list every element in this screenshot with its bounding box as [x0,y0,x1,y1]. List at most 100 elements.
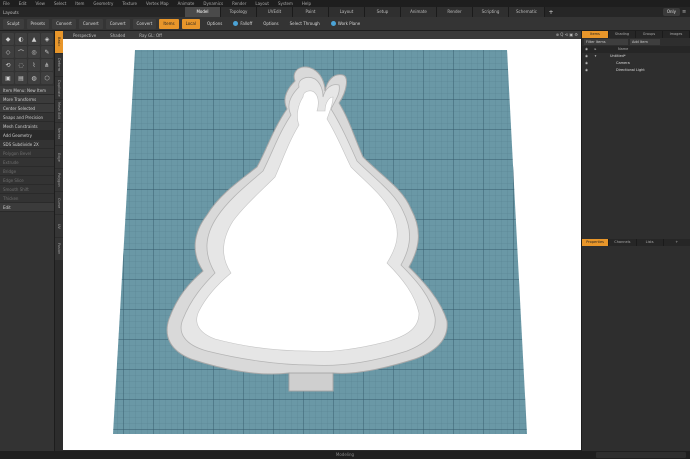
item-tab-groups[interactable]: Groups [636,31,663,38]
tool-extrude[interactable]: Extrude [0,158,54,167]
vtab-edge[interactable]: Edge [55,146,63,168]
expand-arrow-icon[interactable] [591,67,600,74]
sds-subdivide-button[interactable]: SDS Subdivide 2X [0,140,54,149]
tool-icon-15[interactable]: ◍ [28,72,40,84]
convert-button-3[interactable]: Convert [105,18,130,29]
item-tab-shading[interactable]: Shading [609,31,636,38]
vtab-deform[interactable]: Deform [55,54,63,76]
expand-arrow-icon[interactable]: ▾ [591,53,600,60]
mesh-constraints-toggle[interactable]: Mesh Constraints [0,122,54,131]
tool-icon-1[interactable]: ◆ [2,33,14,45]
vtab-uv[interactable]: UV [55,215,63,237]
item-tab-images[interactable]: Images [663,31,690,38]
tool-icon-6[interactable]: ⌒ [15,46,27,58]
properties-tab-channels[interactable]: Channels [609,239,637,246]
menu-item-texture[interactable]: Texture [122,1,137,6]
tab-render[interactable]: Render [437,7,473,17]
tab-setup[interactable]: Setup [365,7,401,17]
edit-dropdown[interactable]: Edit [0,203,54,212]
presets-button[interactable]: Presets [26,18,50,29]
tool-smooth-shift[interactable]: Smooth Shift [0,185,54,194]
filter-items-field[interactable]: Filter Items [584,39,628,45]
menu-item-help[interactable]: Help [302,1,311,6]
tab-topology[interactable]: Topology [221,7,257,17]
menu-item-layout[interactable]: Layout [255,1,269,6]
tool-polygon-bevel[interactable]: Polygon Bevel [0,149,54,158]
tool-icon-3[interactable]: ▲ [28,33,40,45]
item-row[interactable]: ◉ ▾ Untitled* [582,53,690,60]
tool-icon-2[interactable]: ◐ [15,33,27,45]
tab-paint[interactable]: Paint [293,7,329,17]
3d-viewport[interactable] [63,39,581,450]
ray-gl-toggle[interactable]: Ray GL: Off [139,33,162,38]
sculpt-button[interactable]: Sculpt [3,18,24,29]
tool-bridge[interactable]: Bridge [0,167,54,176]
menu-item-vertex-map[interactable]: Vertex Map [146,1,169,6]
visibility-eye-icon[interactable]: ◉ [582,53,591,60]
center-selected-dropdown[interactable]: Center Selected [0,104,54,113]
tool-icon-5[interactable]: ◇ [2,46,14,58]
vtab-mesh-edit[interactable]: Mesh Edit [55,100,63,122]
tab-uvedit[interactable]: UVEdit [257,7,293,17]
item-row[interactable]: ◉ Camera [582,60,690,67]
menu-item-edit[interactable]: Edit [19,1,27,6]
falloff-button[interactable]: Falloff [229,19,256,29]
layouts-menu[interactable]: Layouts [0,10,185,15]
item-row[interactable]: ◉ Directional Light [582,67,690,74]
menu-item-select[interactable]: Select [54,1,66,6]
menu-item-geometry[interactable]: Geometry [93,1,113,6]
options-button[interactable]: Options [203,19,226,29]
vtab-vertex[interactable]: Vertex [55,123,63,145]
tab-scripting[interactable]: Scripting [473,7,509,17]
properties-tab-lists[interactable]: Lists [637,239,664,246]
vtab-fusion[interactable]: Fusion [55,238,63,260]
tab-model[interactable]: Model [185,7,221,17]
window-menu-icon[interactable]: ≡ [682,8,688,16]
menu-item-system[interactable]: System [278,1,293,6]
shading-mode-dropdown[interactable]: Shaded [110,33,125,38]
tab-layout[interactable]: Layout [329,7,365,17]
items-mode-button[interactable]: Items [159,18,179,29]
tool-icon-10[interactable]: ◌ [15,59,27,71]
select-through-button[interactable]: Select Through [286,19,324,29]
add-tab-button[interactable]: + [545,9,557,16]
convert-button-2[interactable]: Convert [78,18,103,29]
snaps-precision-toggle[interactable]: Snaps and Precision [0,113,54,122]
vtab-curve[interactable]: Curve [55,192,63,214]
tool-icon-9[interactable]: ⟲ [2,59,14,71]
visibility-eye-icon[interactable]: ◉ [582,60,591,67]
tab-schematic-fusion[interactable]: Schematic Fusion [509,7,545,24]
expand-arrow-icon[interactable] [591,60,600,67]
falloff-options-button[interactable]: Options [259,19,282,29]
tool-icon-13[interactable]: ▣ [2,72,14,84]
tool-icon-7[interactable]: ◎ [28,46,40,58]
viewport-nav-icons[interactable]: ⊕ Q ⟲ ▣ ⚙ [556,31,578,39]
properties-tab-properties[interactable]: Properties [582,239,610,246]
view-type-dropdown[interactable]: Perspective [73,33,96,38]
tool-thicken[interactable]: Thicken [0,194,54,203]
menu-item-dynamics[interactable]: Dynamics [203,1,223,6]
menu-item-animate[interactable]: Animate [178,1,195,6]
vtab-polygon[interactable]: Polygon [55,169,63,191]
menu-item-item[interactable]: Item [75,1,84,6]
command-entry-field[interactable] [596,452,686,458]
vtab-duplicate[interactable]: Duplicate [55,77,63,99]
convert-button-1[interactable]: Convert [52,18,76,29]
tool-icon-8[interactable]: ✎ [41,46,53,58]
tool-icon-4[interactable]: ◈ [41,33,53,45]
tool-icon-12[interactable]: ⋔ [41,59,53,71]
menu-item-view[interactable]: View [35,1,45,6]
item-menu-dropdown[interactable]: Item Menu: New Item [0,86,54,95]
convert-button-4[interactable]: Convert [132,18,157,29]
menu-item-render[interactable]: Render [232,1,246,6]
work-plane-button[interactable]: Work Plane [327,19,364,29]
menu-item-file[interactable]: File [3,1,10,6]
tool-icon-14[interactable]: ▤ [15,72,27,84]
visibility-eye-icon[interactable]: ◉ [582,67,591,74]
local-mode-button[interactable]: Local [181,18,200,29]
only-toggle[interactable]: Only [662,8,680,16]
properties-tab-add[interactable]: + [664,239,690,246]
vtab-basic[interactable]: Basic [55,31,63,53]
item-tab-items[interactable]: Items [582,31,609,38]
add-item-button[interactable]: Add Item [630,39,660,45]
